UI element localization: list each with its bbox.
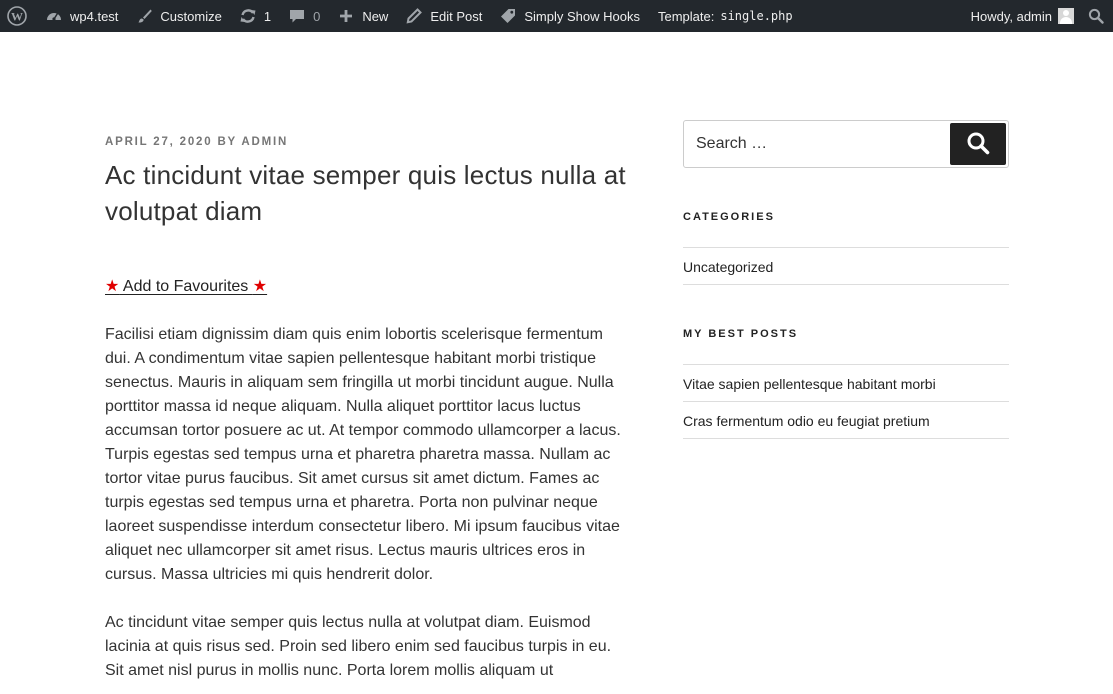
post-title: Ac tincidunt vitae semper quis lectus nu… bbox=[105, 160, 626, 226]
admin-bar-left: W wp4.test Customize 1 0 New Edit Post S… bbox=[0, 0, 801, 32]
post-paragraph: Facilisi etiam dignissim diam quis enim … bbox=[105, 326, 621, 583]
search-form bbox=[683, 120, 1009, 168]
search-icon bbox=[966, 131, 990, 158]
wordpress-menu[interactable]: W bbox=[0, 0, 36, 32]
search-icon bbox=[1088, 8, 1104, 24]
customize-label: Customize bbox=[160, 8, 222, 24]
post-paragraph: Ac tincidunt vitae semper quis lectus nu… bbox=[105, 614, 612, 679]
pencil-icon bbox=[404, 6, 424, 26]
howdy-label: Howdy, admin bbox=[970, 8, 1052, 24]
add-to-favourites-link[interactable]: ★ Add to Favourites ★ bbox=[105, 275, 267, 299]
comments-link[interactable]: 0 bbox=[279, 0, 328, 32]
sidebar: Categories Uncategorized My Best Posts V… bbox=[683, 120, 1009, 439]
dashboard-icon bbox=[44, 6, 64, 26]
avatar bbox=[1058, 8, 1074, 24]
edit-post-label: Edit Post bbox=[430, 8, 483, 24]
updates-link[interactable]: 1 bbox=[230, 0, 279, 32]
post-author-link[interactable]: admin bbox=[241, 136, 288, 148]
site-name-label: wp4.test bbox=[70, 8, 119, 24]
wordpress-logo-icon: W bbox=[7, 6, 27, 26]
hooks-label: Simply Show Hooks bbox=[524, 8, 640, 24]
svg-text:W: W bbox=[11, 10, 23, 24]
admin-bar-right: Howdy, admin bbox=[963, 0, 1113, 32]
category-link[interactable]: Uncategorized bbox=[683, 248, 1009, 285]
by-text: by bbox=[217, 136, 237, 148]
tag-icon bbox=[498, 6, 518, 26]
template-file: single.php bbox=[720, 9, 793, 23]
post-by-label: by bbox=[217, 136, 241, 148]
add-to-favourites-label: Add to Favourites bbox=[119, 278, 253, 295]
search-input[interactable] bbox=[685, 122, 945, 166]
simply-show-hooks-link[interactable]: Simply Show Hooks bbox=[490, 0, 648, 32]
new-label: New bbox=[362, 8, 389, 24]
site-name-menu[interactable]: wp4.test bbox=[36, 0, 126, 32]
updates-count: 1 bbox=[263, 8, 272, 24]
template-label: Template: bbox=[657, 8, 715, 24]
star-icon: ★ bbox=[252, 278, 268, 295]
plus-icon bbox=[336, 6, 356, 26]
new-content-menu[interactable]: New bbox=[328, 0, 396, 32]
search-button[interactable] bbox=[950, 123, 1006, 165]
edit-post-link[interactable]: Edit Post bbox=[396, 0, 490, 32]
best-post-link[interactable]: Vitae sapien pellentesque habitant morbi bbox=[683, 365, 1009, 402]
my-account-menu[interactable]: Howdy, admin bbox=[963, 0, 1080, 32]
comment-icon bbox=[287, 6, 307, 26]
post-meta: April 27, 2020 by admin bbox=[105, 136, 630, 150]
best-posts-widget-title: My Best Posts bbox=[683, 328, 799, 340]
star-icon: ★ bbox=[105, 278, 120, 295]
post-article: April 27, 2020 by admin Ac tincidunt vit… bbox=[105, 136, 630, 683]
admin-bar-search[interactable] bbox=[1080, 0, 1113, 32]
best-post-link[interactable]: Cras fermentum odio eu feugiat pretium bbox=[683, 402, 1009, 439]
brush-icon bbox=[134, 6, 154, 26]
best-posts-list: Vitae sapien pellentesque habitant morbi… bbox=[683, 364, 1009, 439]
comments-count: 0 bbox=[313, 8, 321, 24]
template-info: Template: single.php bbox=[648, 0, 801, 32]
customize-link[interactable]: Customize bbox=[126, 0, 229, 32]
admin-bar: W wp4.test Customize 1 0 New Edit Post S… bbox=[0, 0, 1113, 32]
updates-icon bbox=[238, 6, 258, 26]
categories-list: Uncategorized bbox=[683, 247, 1009, 285]
post-date-link[interactable]: April 27, 2020 bbox=[105, 136, 212, 148]
categories-widget-title: Categories bbox=[683, 211, 775, 223]
